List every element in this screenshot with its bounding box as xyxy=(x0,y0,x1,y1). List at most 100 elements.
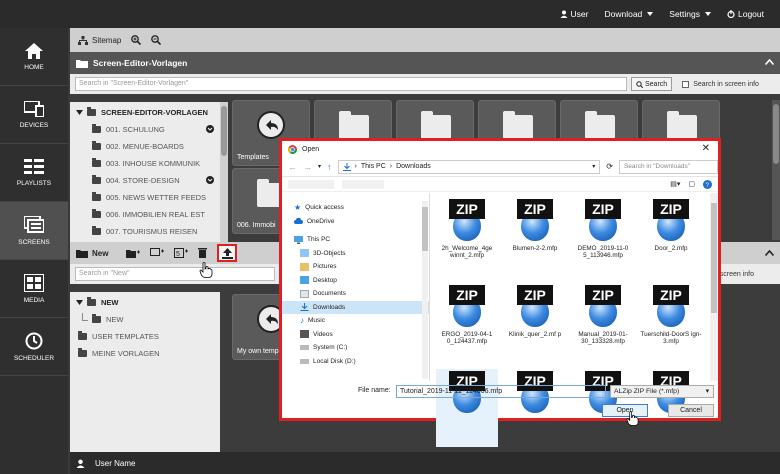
address-bar[interactable]: › This PC › Downloads ▾ xyxy=(337,159,601,174)
search-input-new[interactable]: Search in "New" xyxy=(75,267,275,281)
file-item[interactable]: ZIP 2h_Welcome_4ge winnt_2.mfp xyxy=(436,197,498,275)
tree-item[interactable]: 004. STORE-DESIGN xyxy=(70,172,220,189)
dialog-search-input[interactable]: Search in "Downloads" xyxy=(618,159,718,174)
zoom-out-icon[interactable] xyxy=(151,35,162,45)
nav-item-desktop[interactable]: Desktop xyxy=(282,274,429,288)
cancel-button[interactable]: Cancel xyxy=(668,404,714,417)
recent-dropdown-icon[interactable]: ▾ xyxy=(318,163,321,170)
nav-label: OneDrive xyxy=(307,217,335,225)
zip-file-icon: ZIP xyxy=(513,285,557,329)
nav-item-videos[interactable]: Videos xyxy=(282,328,429,342)
nav-label: Quick access xyxy=(305,204,344,212)
sidebar-item-media[interactable]: MEDIA xyxy=(0,260,68,318)
file-item[interactable]: ZIP Manual_2019-01- 30_133328.mfp xyxy=(572,283,634,361)
nav-item-system-c[interactable]: System (C:) xyxy=(282,341,429,355)
tree-item[interactable]: 006. IMMOBILIEN REAL EST xyxy=(70,206,220,223)
tiles-scrollbar[interactable] xyxy=(772,100,780,240)
chevron-up-icon[interactable] xyxy=(765,250,774,256)
tree-item[interactable]: USER TEMPLATES xyxy=(70,328,220,345)
chevron-circle-down-icon[interactable] xyxy=(206,125,214,133)
tree-item[interactable]: NEW xyxy=(70,311,220,328)
search-button[interactable]: Search xyxy=(631,77,673,91)
file-grid: ZIP 2h_Welcome_4ge winnt_2.mfp ZIP Blumen-2… xyxy=(432,193,718,447)
hand-cursor-icon xyxy=(626,411,639,426)
nav-item-local-disk-d[interactable]: Local Disk (D:) xyxy=(282,355,429,369)
file-scrollbar[interactable] xyxy=(710,193,718,381)
tree-item[interactable]: 005. NEWS WETTER FEEDS xyxy=(70,189,220,206)
nav-label: Desktop xyxy=(313,276,337,284)
user-menu[interactable]: User xyxy=(560,9,588,19)
nav-item-pictures[interactable]: Pictures xyxy=(282,260,429,274)
upload-button[interactable] xyxy=(217,244,238,262)
tree-root[interactable]: NEW xyxy=(70,294,220,311)
zoom-in-icon[interactable] xyxy=(131,35,142,45)
file-item[interactable]: ZIP Tuerschild-DoorS ign-3.mfp xyxy=(640,283,702,361)
back-icon[interactable]: ← xyxy=(288,162,297,172)
dialog-footer: File name: Tutorial_2019-11-11_114606.mf… xyxy=(282,381,718,426)
folder-icon xyxy=(667,111,697,139)
download-menu[interactable]: Download xyxy=(604,9,654,19)
search-input[interactable]: Search in "Screen-Editor-Vorlagen" xyxy=(75,77,627,91)
nav-item-documents[interactable]: Documents xyxy=(282,287,429,301)
sidebar-item-devices[interactable]: DEVICES xyxy=(0,86,68,144)
file-item[interactable]: ZIP Door_2.mfp xyxy=(640,197,702,275)
tree-root[interactable]: SCREEN-EDITOR-VORLAGEN xyxy=(70,104,220,121)
zip-label: ZIP xyxy=(517,199,553,219)
organize-menu[interactable] xyxy=(288,179,334,189)
chevron-circle-down-icon[interactable] xyxy=(206,176,214,184)
new-folder-button[interactable] xyxy=(342,179,384,189)
tree-item[interactable]: 003. INHOUSE KOMMUNIK xyxy=(70,155,220,172)
sidebar-item-screens[interactable]: SCREENS xyxy=(0,202,68,260)
view-options-icon[interactable]: ▤▾ xyxy=(670,180,680,188)
chrome-icon xyxy=(288,144,297,154)
delete-icon[interactable] xyxy=(198,248,208,258)
sidebar-item-home[interactable]: HOME xyxy=(0,28,68,86)
nav-item-quick-access[interactable]: ★ Quick access xyxy=(282,201,429,215)
nav-scrollbar[interactable] xyxy=(422,201,428,379)
close-icon[interactable]: ✕ xyxy=(702,143,710,154)
settings-menu[interactable]: Settings xyxy=(669,9,711,19)
search-in-info-checkbox[interactable] xyxy=(682,80,690,88)
file-item[interactable]: ZIP ERGO_2019-04-1 0_124437.mfp xyxy=(436,283,498,361)
forward-icon[interactable]: → xyxy=(303,162,312,172)
svg-text:5: 5 xyxy=(176,251,180,258)
breadcrumb-this-pc[interactable]: This PC xyxy=(361,163,386,170)
sitemap-button[interactable]: Sitemap xyxy=(78,35,121,45)
file-item[interactable]: ZIP DEMO_2019-11-0 5_113946.mfp xyxy=(572,197,634,275)
open-button[interactable]: Open xyxy=(602,404,648,417)
file-name: ERGO_2019-04-1 0_124437.mfp xyxy=(441,331,493,345)
breadcrumb-downloads[interactable]: Downloads xyxy=(396,163,431,170)
tree-item-label: NEW xyxy=(106,315,124,324)
preview-pane-icon[interactable]: ▢ xyxy=(688,180,695,188)
panel-header-templates[interactable]: Screen-Editor-Vorlagen xyxy=(70,52,780,74)
tree-item[interactable]: 002. MENUE-BOARDS xyxy=(70,138,220,155)
nav-label: 3D-Objects xyxy=(313,249,346,257)
nav-item-onedrive[interactable]: OneDrive xyxy=(282,215,429,229)
new-screen-icon[interactable] xyxy=(150,248,165,258)
nav-item-3d-objects[interactable]: 3D-Objects xyxy=(282,247,429,261)
nav-item-downloads[interactable]: Downloads xyxy=(282,300,429,314)
tree-item[interactable]: 007. TOURISMUS REISEN xyxy=(70,223,220,240)
nav-item-this-pc[interactable]: This PC xyxy=(282,233,429,247)
file-item[interactable]: ZIP Klinik_quer_2.mf p xyxy=(504,283,566,361)
folder-icon xyxy=(76,249,88,258)
up-icon[interactable]: ↑ xyxy=(327,162,332,172)
help-icon[interactable]: ? xyxy=(703,179,712,189)
chevron-down-icon xyxy=(647,12,654,16)
settings-label: Settings xyxy=(669,9,700,19)
sidebar-item-playlists[interactable]: PLAYLISTS xyxy=(0,144,68,202)
logout-button[interactable]: Logout xyxy=(727,9,764,19)
chevron-down-icon[interactable]: ▾ xyxy=(592,163,595,170)
nav-item-music[interactable]: ♪ Music xyxy=(282,314,429,328)
file-name-input[interactable]: Tutorial_2019-11-11_114606.mfp xyxy=(396,385,606,398)
file-item[interactable]: ZIP Blumen-2-2.mfp xyxy=(504,197,566,275)
tree-item[interactable]: MEINE VORLAGEN xyxy=(70,345,220,362)
tree-scrollbar[interactable] xyxy=(220,102,228,242)
tree-item[interactable]: 001. SCHULUNG xyxy=(70,121,220,138)
chevron-up-icon[interactable] xyxy=(765,59,774,65)
html5-icon[interactable]: 5 xyxy=(174,248,189,258)
new-folder-icon[interactable] xyxy=(126,249,141,258)
refresh-icon[interactable]: ⟳ xyxy=(606,162,613,171)
sidebar-item-scheduler[interactable]: SCHEDULER xyxy=(0,318,68,376)
file-type-select[interactable]: ALZip ZIP File (*.mfp) ▾ xyxy=(610,385,714,398)
